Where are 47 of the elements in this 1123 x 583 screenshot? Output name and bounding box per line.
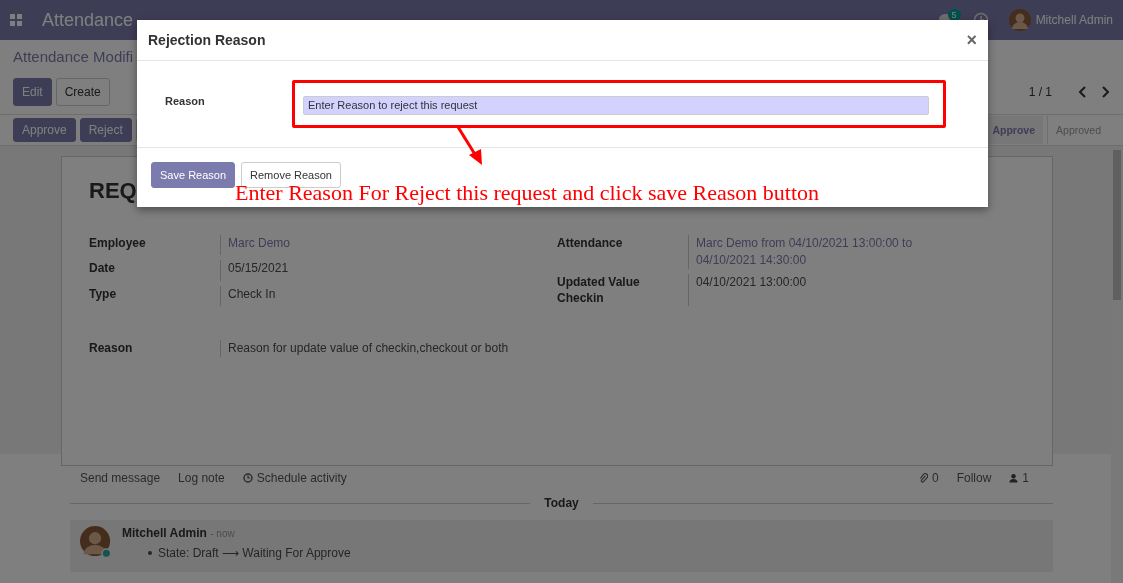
reason-input-field[interactable]: Enter Reason to reject this request — [303, 95, 929, 115]
next-icon[interactable] — [1100, 86, 1110, 98]
field-value: 04/10/2021 13:00:00 — [688, 274, 968, 306]
pager-value: 1 / 1 — [1028, 85, 1052, 99]
field-label: Attendance — [557, 235, 624, 252]
field-value: Check In — [220, 285, 550, 306]
apps-grid-icon[interactable] — [10, 14, 22, 26]
toolbar-button[interactable]: Edit — [13, 78, 52, 106]
user-name[interactable]: Mitchell Admin — [1035, 13, 1113, 27]
message-author: Mitchell Admin — [122, 526, 207, 540]
attachment-count: 0 — [931, 471, 939, 485]
user-avatar[interactable] — [1008, 9, 1031, 31]
follower-count: 1 — [1022, 471, 1029, 485]
paperclip-icon[interactable] — [918, 472, 928, 484]
dialog-button[interactable]: Save Reason — [151, 162, 236, 188]
notification-badge: 5 — [947, 9, 961, 21]
clock-icon[interactable] — [242, 473, 253, 483]
toolbar-button[interactable]: Create — [55, 78, 110, 106]
field-label: Updated Value Checkin — [557, 274, 641, 306]
field-label: Date — [89, 260, 116, 278]
breadcrumb-title: Attendance Modifi — [13, 48, 135, 67]
field-value[interactable]: Marc Demo from 04/10/2021 13:00:00 to 04/10/2021 14:30:00 — [688, 235, 968, 269]
chatter-action[interactable]: Log note — [178, 471, 225, 485]
user-avatar — [80, 526, 112, 558]
field-value[interactable]: Marc Demo — [220, 235, 550, 256]
user-icon[interactable] — [1009, 473, 1019, 483]
field-value: Reason for update value of checkin,checkout or both — [220, 340, 720, 357]
close-button[interactable]: × — [966, 29, 977, 51]
field-value: 05/15/2021 — [220, 260, 550, 281]
tracking-value: State: Draft ⟶ Waiting For Approve — [158, 545, 351, 561]
chatter-action[interactable]: Schedule activity — [256, 471, 347, 485]
field-label: Reason — [89, 340, 134, 357]
dialog-title: Rejection Reason — [148, 32, 266, 48]
date-divider: Today — [543, 496, 580, 510]
header-button[interactable]: Approve — [13, 118, 76, 142]
bullet-icon — [148, 551, 152, 555]
record-title: REQ — [89, 179, 137, 203]
field-label: Type — [89, 285, 118, 303]
header-button[interactable]: Reject — [79, 118, 132, 142]
scrollbar[interactable] — [1111, 150, 1123, 583]
annotation-arrow — [456, 126, 482, 165]
field-label: Employee — [89, 235, 147, 252]
app-name[interactable]: Attendance — [42, 9, 134, 31]
previous-icon[interactable] — [1078, 86, 1088, 98]
chatter-action[interactable]: Send message — [80, 471, 161, 485]
field-label: Reason — [165, 95, 206, 107]
follow-button[interactable]: Follow — [956, 471, 992, 485]
